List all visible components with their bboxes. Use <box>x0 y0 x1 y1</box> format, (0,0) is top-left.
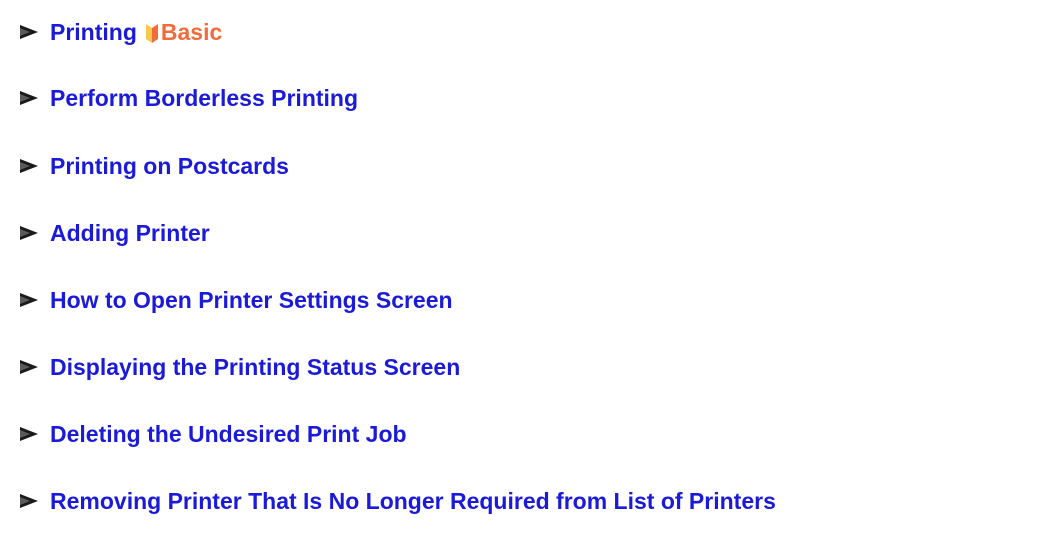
link-removing-printer[interactable]: Removing Printer That Is No Longer Requi… <box>50 481 776 521</box>
badge-label: Basic <box>160 19 223 45</box>
link-printing-on-postcards[interactable]: Printing on Postcards <box>50 146 289 186</box>
arrow-right-icon <box>20 159 38 173</box>
arrow-right-icon <box>20 494 38 508</box>
link-adding-printer[interactable]: Adding Printer <box>50 213 210 253</box>
arrow-right-icon <box>20 360 38 374</box>
link-deleting-print-job[interactable]: Deleting the Undesired Print Job <box>50 414 407 454</box>
arrow-right-icon <box>20 91 38 105</box>
arrow-right-icon <box>20 293 38 307</box>
link-perform-borderless-printing[interactable]: Perform Borderless Printing <box>50 78 358 118</box>
link-printing[interactable]: Printing Basic <box>50 12 222 52</box>
beginner-mark-icon <box>145 24 158 43</box>
arrow-right-icon <box>20 427 38 441</box>
link-printing-status-screen[interactable]: Displaying the Printing Status Screen <box>50 347 460 387</box>
link-label: Printing <box>50 19 137 45</box>
link-open-printer-settings[interactable]: How to Open Printer Settings Screen <box>50 280 453 320</box>
basic-badge: Basic <box>145 12 222 52</box>
arrow-right-icon <box>20 226 38 240</box>
arrow-right-icon <box>20 25 38 39</box>
